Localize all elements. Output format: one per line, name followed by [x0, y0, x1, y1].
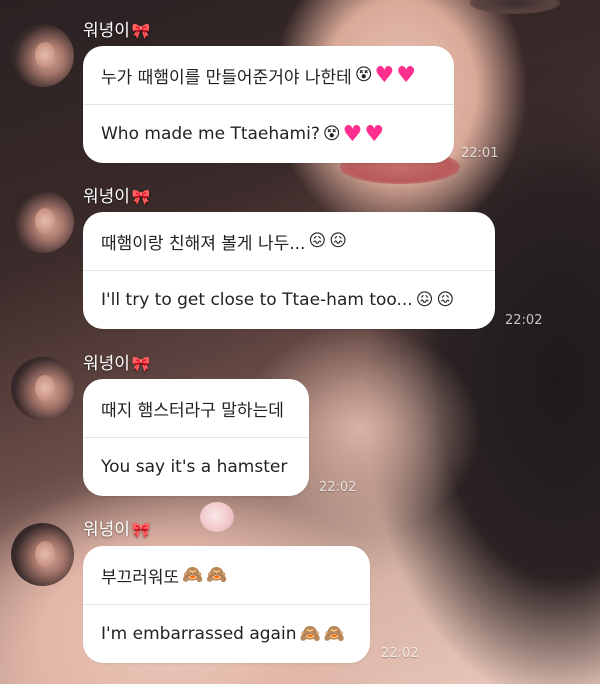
dizzy-face-icon: 😵	[322, 124, 341, 144]
dizzy-face-icon: 😵	[354, 65, 373, 85]
message-bubble[interactable]: 부끄러워또 🙈 🙈 I'm embarrassed again 🙈 🙈	[83, 546, 370, 663]
message-korean: 때지 햄스터라구 말하는데	[101, 400, 284, 421]
message-english: Who made me Ttaehami? 😵 ♥ ♥	[101, 121, 385, 147]
confounded-face-icon: 😖	[415, 290, 434, 310]
see-no-evil-monkey-icon: 🙈	[182, 565, 204, 585]
message-bubble[interactable]: 누가 때햄이를 만들어준거야 나한테 😵 ♥ ♥ Who made me Tta…	[83, 46, 454, 163]
confounded-face-icon: 😖	[308, 231, 327, 251]
message-bubble[interactable]: 때햄이랑 친해져 볼게 나두... 😖 😖 I'll try to get cl…	[83, 212, 495, 329]
see-no-evil-monkey-icon: 🙈	[299, 624, 321, 644]
photo-eye	[470, 0, 560, 14]
sender-name: 워녕이 🎀	[83, 187, 151, 207]
avatar[interactable]	[11, 523, 74, 586]
message-korean: 부끄러워또 🙈 🙈	[101, 565, 228, 588]
message-time: 22:02	[319, 480, 357, 495]
sender-name: 워녕이 🎀	[83, 21, 151, 41]
message-bubble[interactable]: 때지 햄스터라구 말하는데 You say it's a hamster	[83, 379, 309, 496]
message-korean: 누가 때햄이를 만들어준거야 나한테 😵 ♥ ♥	[101, 62, 417, 88]
heart-icon: ♥	[342, 121, 363, 147]
message-english: I'm embarrassed again 🙈 🙈	[101, 624, 345, 644]
ribbon-icon: 🎀	[131, 355, 151, 373]
confounded-face-icon: 😖	[329, 231, 347, 251]
message-time: 22:01	[461, 146, 499, 161]
message-english: You say it's a hamster	[101, 457, 288, 477]
sender-name: 워녕이 🎀	[83, 354, 151, 374]
avatar[interactable]	[11, 24, 74, 87]
ribbon-icon: 🎀	[131, 188, 151, 206]
ribbon-icon: 🎀	[131, 521, 151, 539]
confounded-face-icon: 😖	[436, 290, 455, 310]
avatar[interactable]	[11, 357, 74, 420]
message-time: 22:02	[505, 313, 543, 328]
message-korean: 때햄이랑 친해져 볼게 나두... 😖 😖	[101, 231, 347, 254]
see-no-evil-monkey-icon: 🙈	[206, 565, 228, 585]
photo-rose	[200, 502, 234, 532]
message-time: 22:02	[381, 646, 419, 661]
sender-name: 워녕이 🎀	[83, 520, 151, 540]
avatar[interactable]	[11, 190, 74, 253]
message-english: I'll try to get close to Ttae-ham too...…	[101, 290, 455, 310]
heart-icon: ♥	[374, 62, 395, 88]
heart-icon: ♥	[396, 62, 417, 88]
see-no-evil-monkey-icon: 🙈	[323, 624, 345, 644]
ribbon-icon: 🎀	[131, 22, 151, 40]
heart-icon: ♥	[364, 121, 385, 147]
